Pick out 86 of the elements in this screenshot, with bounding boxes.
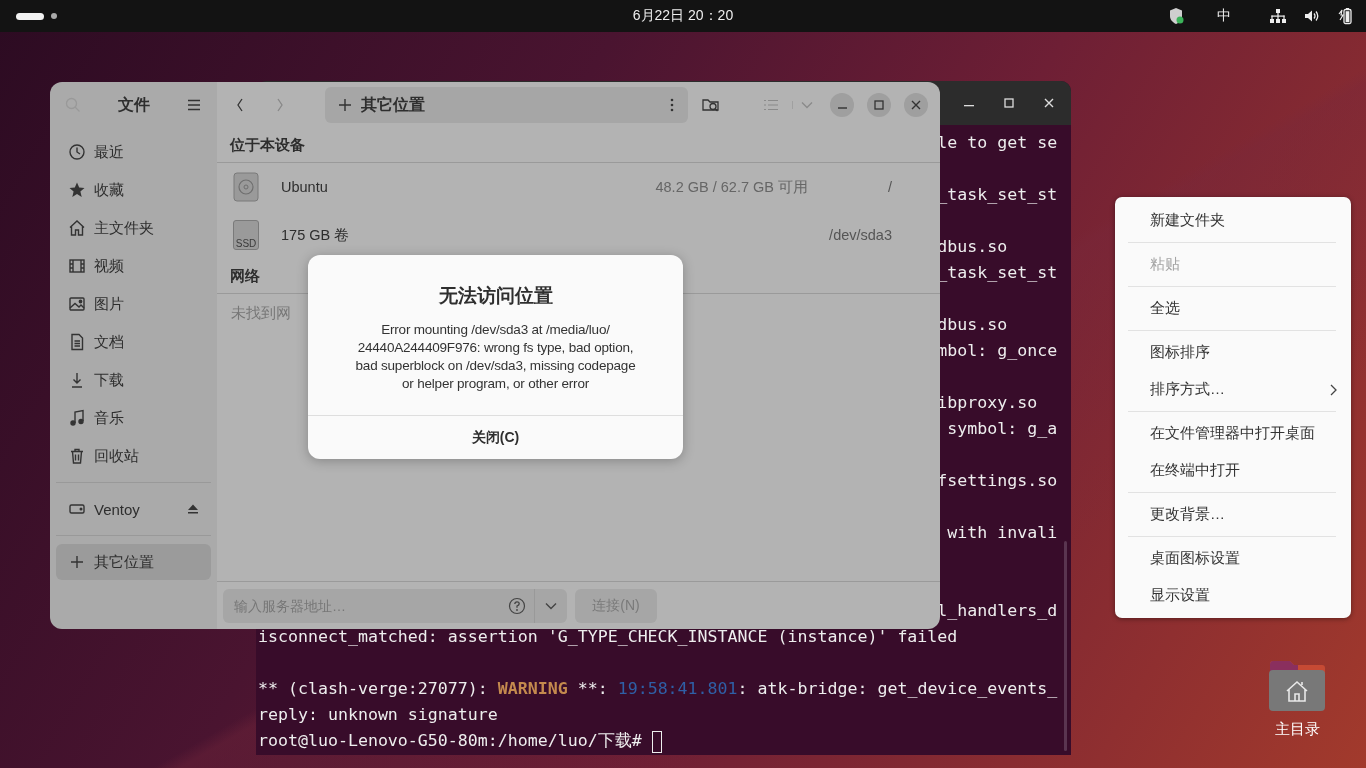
menu-item[interactable]: 桌面图标设置 bbox=[1115, 540, 1351, 577]
sidebar-item[interactable]: 视频 bbox=[56, 248, 211, 284]
terminal-line: fsettings.so bbox=[937, 471, 1058, 491]
terminal-line: isconnect_matched: assertion 'G_TYPE_CHECK_INSTANCE (instance)' failed bbox=[258, 627, 958, 647]
image-icon bbox=[68, 295, 86, 313]
terminal-line: l_handlers_d bbox=[937, 601, 1058, 621]
location-row[interactable]: SSD 175 GB 卷 /dev/sda3 bbox=[217, 211, 940, 259]
minimize-icon bbox=[837, 107, 847, 109]
maximize-button[interactable] bbox=[867, 93, 891, 117]
menu-item[interactable]: 新建文件夹 bbox=[1115, 202, 1351, 239]
menu-item[interactable]: 显示设置 bbox=[1115, 577, 1351, 614]
maximize-icon bbox=[874, 100, 884, 110]
window-title: 文件 bbox=[118, 94, 150, 115]
menu-item[interactable]: 图标排序 bbox=[1115, 334, 1351, 371]
empty-message: 未找到网 bbox=[231, 304, 291, 321]
mount-path: / bbox=[886, 179, 892, 195]
scrollbar[interactable] bbox=[1064, 541, 1067, 751]
back-icon[interactable] bbox=[235, 97, 245, 113]
close-icon[interactable] bbox=[1043, 97, 1055, 109]
sidebar-item[interactable]: 图片 bbox=[56, 286, 211, 322]
battery-icon[interactable] bbox=[1338, 7, 1352, 25]
star-icon bbox=[68, 181, 86, 199]
terminal-prompt: root@luo-Lenovo-G50-80m:/home/luo/下载# bbox=[258, 731, 643, 751]
folder-search-icon[interactable] bbox=[702, 97, 720, 113]
minimize-button[interactable] bbox=[830, 93, 854, 117]
close-button[interactable] bbox=[904, 93, 928, 117]
close-icon bbox=[911, 100, 921, 110]
trash-icon bbox=[68, 447, 86, 465]
error-message: Error mounting /dev/sda3 at /media/luo/ 24440A244409F976: wrong fs type, bad option, bad superblock on /dev/sda3, missing codepage or helper program, or other error bbox=[355, 321, 636, 393]
sidebar-item[interactable]: 收藏 bbox=[56, 172, 211, 208]
sidebar-item[interactable]: Ventoy bbox=[56, 491, 211, 527]
input-method-indicator[interactable]: 中 bbox=[1217, 7, 1231, 25]
terminal-line: symbol: g_a bbox=[946, 419, 1058, 439]
home-folder-icon[interactable] bbox=[1268, 660, 1326, 712]
terminal-line: ibproxy.so bbox=[937, 393, 1038, 413]
sidebar-item[interactable]: 回收站 bbox=[56, 438, 211, 474]
sidebar-item[interactable]: 最近 bbox=[56, 134, 211, 170]
usage-text: 48.2 GB / 62.7 GB 可用 bbox=[655, 177, 808, 197]
close-dialog-button[interactable]: 关闭(C) bbox=[308, 415, 683, 459]
caret-icon bbox=[545, 601, 557, 610]
menu-item[interactable]: 在终端中打开 bbox=[1115, 452, 1351, 489]
menu-icon[interactable] bbox=[187, 99, 201, 111]
sidebar-item[interactable]: 文档 bbox=[56, 324, 211, 360]
mount-path: /dev/sda3 bbox=[828, 227, 892, 243]
menu-item[interactable]: 在文件管理器中打开桌面 bbox=[1115, 415, 1351, 452]
sidebar-item[interactable]: 音乐 bbox=[56, 400, 211, 436]
location-row[interactable]: Ubuntu 48.2 GB / 62.7 GB 可用 / bbox=[217, 163, 940, 211]
location-name: 175 GB 卷 bbox=[281, 225, 351, 245]
terminal-line: dbus.so bbox=[937, 315, 1008, 335]
section-heading: 位于本设备 bbox=[217, 128, 940, 163]
ssd-icon: SSD bbox=[233, 220, 259, 250]
sidebar-item[interactable]: 主文件夹 bbox=[56, 210, 211, 246]
sidebar-item[interactable]: 下载 bbox=[56, 362, 211, 398]
sidebar-item[interactable]: 其它位置 bbox=[56, 544, 211, 580]
workspace-indicator[interactable] bbox=[16, 12, 44, 20]
menu-item[interactable]: 排序方式… bbox=[1115, 371, 1351, 408]
terminal-line: le to get se bbox=[937, 133, 1058, 153]
document-icon bbox=[68, 333, 86, 351]
desktop-icon-label[interactable]: 主目录 bbox=[1274, 720, 1320, 739]
workspace-dot[interactable] bbox=[51, 13, 57, 19]
plus-icon bbox=[339, 99, 351, 111]
network-icon[interactable] bbox=[1270, 9, 1286, 23]
path-bar[interactable]: 其它位置 bbox=[325, 87, 688, 123]
film-icon bbox=[68, 257, 86, 275]
terminal-line: ** (clash-verge:27077): WARNING **: 19:58:41.801: atk-bridge: get_device_events_ bbox=[258, 679, 1058, 699]
volume-icon[interactable] bbox=[1304, 9, 1320, 23]
more-icon[interactable] bbox=[670, 98, 674, 112]
maximize-icon[interactable] bbox=[1003, 97, 1015, 109]
menu-item[interactable]: 全选 bbox=[1115, 290, 1351, 327]
terminal-line: with invali bbox=[946, 523, 1058, 543]
terminal-line: _task_set_st bbox=[937, 263, 1058, 283]
location-name: Ubuntu bbox=[281, 179, 329, 195]
terminal-line: reply: unknown signature bbox=[258, 705, 498, 725]
help-icon[interactable] bbox=[508, 596, 526, 615]
terminal-line: _task_set_st bbox=[937, 185, 1058, 205]
eject-icon[interactable] bbox=[187, 503, 199, 515]
shield-icon[interactable] bbox=[1168, 7, 1184, 25]
plus-icon bbox=[68, 553, 86, 571]
music-note-icon bbox=[68, 409, 86, 427]
path-label: 其它位置 bbox=[361, 94, 426, 115]
home-icon bbox=[68, 219, 86, 237]
clock[interactable]: 6月22日 20：20 bbox=[632, 7, 734, 25]
terminal-line: dbus.so bbox=[937, 237, 1008, 257]
text-cursor bbox=[651, 731, 662, 753]
clock-icon bbox=[68, 143, 86, 161]
menu-item[interactable]: 更改背景… bbox=[1115, 496, 1351, 533]
